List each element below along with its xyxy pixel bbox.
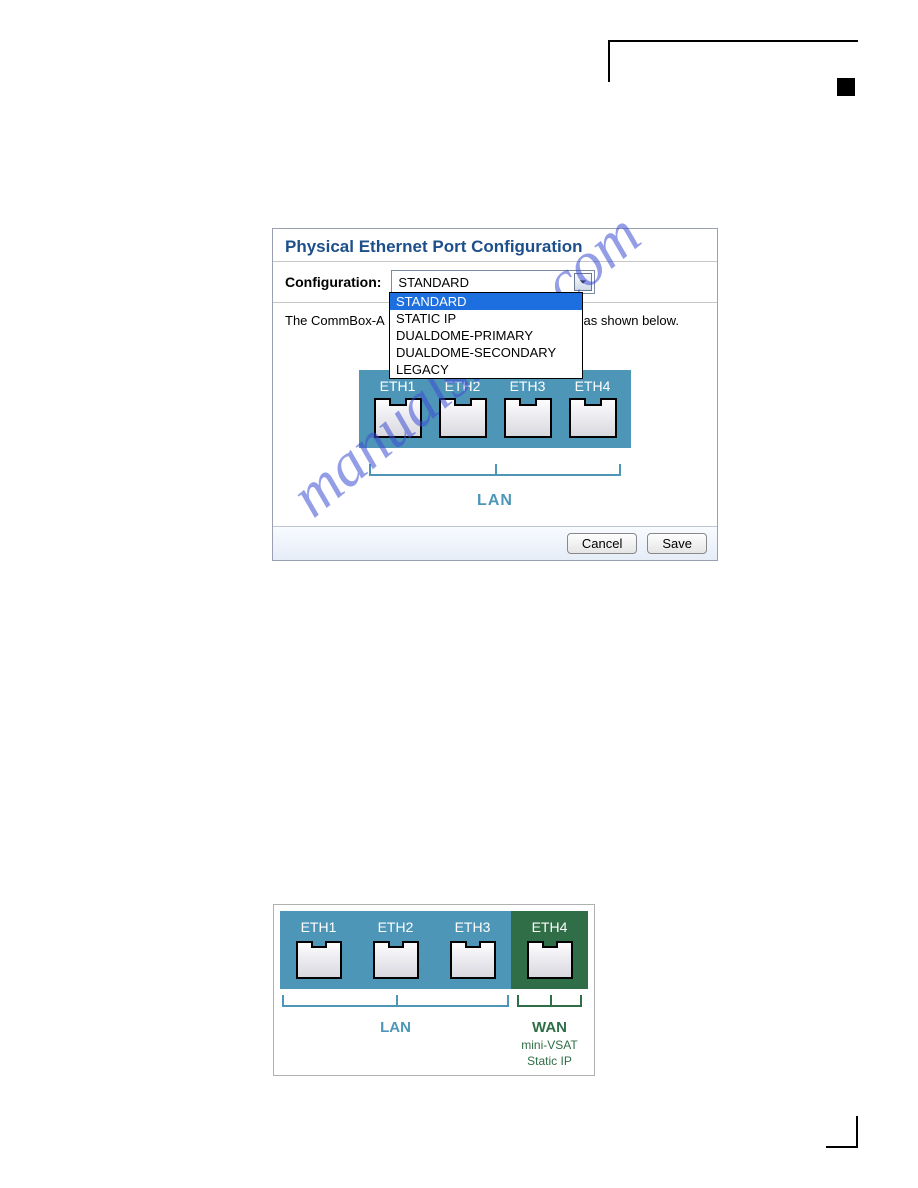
dropdown-option-staticip[interactable]: STATIC IP [390, 310, 582, 327]
eth3-cell: ETH3 [504, 378, 552, 438]
config-row: Configuration: STANDARD STANDARD STATIC … [273, 262, 717, 302]
d2-wan-sub2: Static IP [511, 1054, 588, 1070]
d2-eth4-label: ETH4 [532, 919, 568, 935]
d2-wan-bracket [511, 995, 588, 1019]
d2-eth1: ETH1 [280, 911, 357, 989]
dropdown-option-dualdome-secondary[interactable]: DUALDOME-SECONDARY [390, 344, 582, 361]
page-corner-square [837, 78, 855, 96]
ethernet-port-icon [569, 398, 617, 438]
dropdown-option-legacy[interactable]: LEGACY [390, 361, 582, 378]
eth1-cell: ETH1 [374, 378, 422, 438]
d2-lan-label: LAN [280, 1019, 511, 1036]
eth2-cell: ETH2 [439, 378, 487, 438]
lan-label: LAN [273, 492, 717, 510]
panel-title: Physical Ethernet Port Configuration [273, 229, 717, 261]
dropdown-option-dualdome-primary[interactable]: DUALDOME-PRIMARY [390, 327, 582, 344]
d2-eth3-label: ETH3 [455, 919, 491, 935]
d2-wan-sub: mini-VSAT Static IP [511, 1038, 588, 1069]
eth4-cell: ETH4 [569, 378, 617, 438]
d2-eth2: ETH2 [357, 911, 434, 989]
panel-footer: Cancel Save [273, 526, 717, 560]
lan-bracket [369, 464, 621, 490]
port-diagram-staticip: ETH1 ETH2 ETH3 ETH4 LAN WAN mini-VSAT St… [273, 904, 595, 1076]
config-dropdown[interactable]: STANDARD STATIC IP DUALDOME-PRIMARY DUAL… [389, 292, 583, 379]
eth-block: ETH1 ETH2 ETH3 ETH4 [359, 370, 631, 448]
page-corner-bottom [826, 1146, 858, 1148]
config-label: Configuration: [285, 274, 381, 290]
d2-wan-sub1: mini-VSAT [511, 1038, 588, 1054]
dropdown-option-standard[interactable]: STANDARD [390, 293, 582, 310]
select-value: STANDARD [398, 275, 469, 290]
ethernet-port-icon [504, 398, 552, 438]
ethernet-port-icon [373, 941, 419, 979]
save-button[interactable]: Save [647, 533, 707, 554]
ethernet-port-icon [450, 941, 496, 979]
description-text-left: The CommBox-A [285, 313, 385, 328]
ethernet-port-icon [527, 941, 573, 979]
d2-wan-label: WAN [511, 1019, 588, 1036]
eth3-label: ETH3 [510, 378, 546, 394]
d2-eth3: ETH3 [434, 911, 511, 989]
config-select[interactable]: STANDARD [391, 270, 595, 294]
ethernet-port-icon [296, 941, 342, 979]
d2-eth2-label: ETH2 [378, 919, 414, 935]
ethernet-port-icon [439, 398, 487, 438]
eth2-label: ETH2 [445, 378, 481, 394]
chevron-down-icon[interactable] [574, 273, 592, 291]
eth1-label: ETH1 [380, 378, 416, 394]
page-corner-top [608, 40, 858, 42]
d2-eth4: ETH4 [511, 911, 588, 989]
eth4-label: ETH4 [575, 378, 611, 394]
d2-eth1-label: ETH1 [301, 919, 337, 935]
description-text-right: d as shown below. [573, 313, 679, 328]
ethernet-port-icon [374, 398, 422, 438]
cancel-button[interactable]: Cancel [567, 533, 637, 554]
d2-lan-bracket [280, 995, 511, 1019]
config-panel: Physical Ethernet Port Configuration Con… [272, 228, 718, 561]
